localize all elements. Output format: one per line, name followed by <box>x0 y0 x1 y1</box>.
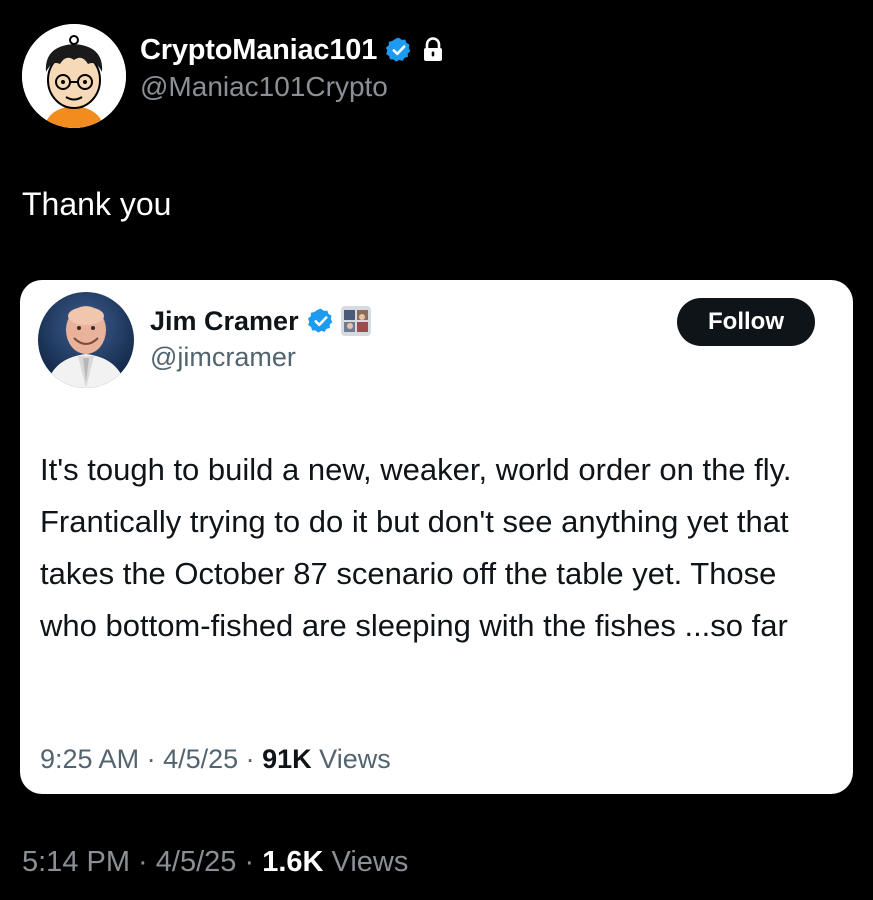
meta-separator: · <box>130 846 156 878</box>
meta-separator: · <box>238 744 263 774</box>
quoted-post-text: It's tough to build a new, weaker, world… <box>40 452 792 643</box>
follow-button[interactable]: Follow <box>677 298 815 346</box>
quoted-post-card[interactable]: Jim Cramer @jimcramer Follow It's tough … <box>20 280 853 794</box>
cartoon-avatar-icon <box>22 24 126 128</box>
quoted-post-time[interactable]: 9:25 AM <box>40 744 139 774</box>
post-text: Thank you <box>22 186 172 222</box>
post-header: CryptoManiac101 @Maniac101Crypto <box>22 24 445 128</box>
author-info: CryptoManiac101 @Maniac101Crypto <box>140 31 445 103</box>
post-meta: 5:14 PM · 4/5/25 · 1.6K Views <box>22 846 408 879</box>
quoted-post-meta: 9:25 AM · 4/5/25 · 91K Views <box>40 744 391 775</box>
verified-badge-icon[interactable] <box>385 36 413 64</box>
meta-separator: · <box>139 744 164 774</box>
quoted-author-info: Jim Cramer @jimcramer <box>150 302 371 373</box>
quoted-post-views-count[interactable]: 91K <box>262 744 312 774</box>
quoted-author-display-name[interactable]: Jim Cramer <box>150 306 299 337</box>
affiliate-badge-icon[interactable] <box>340 306 371 336</box>
post-time[interactable]: 5:14 PM <box>22 846 130 878</box>
quoted-post-views-label: Views <box>311 744 391 774</box>
meta-separator: · <box>236 846 263 878</box>
post-date[interactable]: 4/5/25 <box>156 846 237 878</box>
avatar[interactable] <box>22 24 126 128</box>
portrait-avatar-icon <box>38 292 134 388</box>
author-name-row: CryptoManiac101 <box>140 31 445 69</box>
author-display-name[interactable]: CryptoManiac101 <box>140 34 377 67</box>
quoted-post-date[interactable]: 4/5/25 <box>163 744 238 774</box>
quoted-author-handle[interactable]: @jimcramer <box>150 342 371 373</box>
quoted-author-name-row: Jim Cramer <box>150 302 371 340</box>
author-handle[interactable]: @Maniac101Crypto <box>140 71 445 103</box>
post-views-label: Views <box>323 846 409 878</box>
quoted-avatar[interactable] <box>38 292 134 388</box>
lock-icon <box>421 37 445 63</box>
post-views-count[interactable]: 1.6K <box>262 846 323 878</box>
verified-badge-icon[interactable] <box>307 307 335 335</box>
